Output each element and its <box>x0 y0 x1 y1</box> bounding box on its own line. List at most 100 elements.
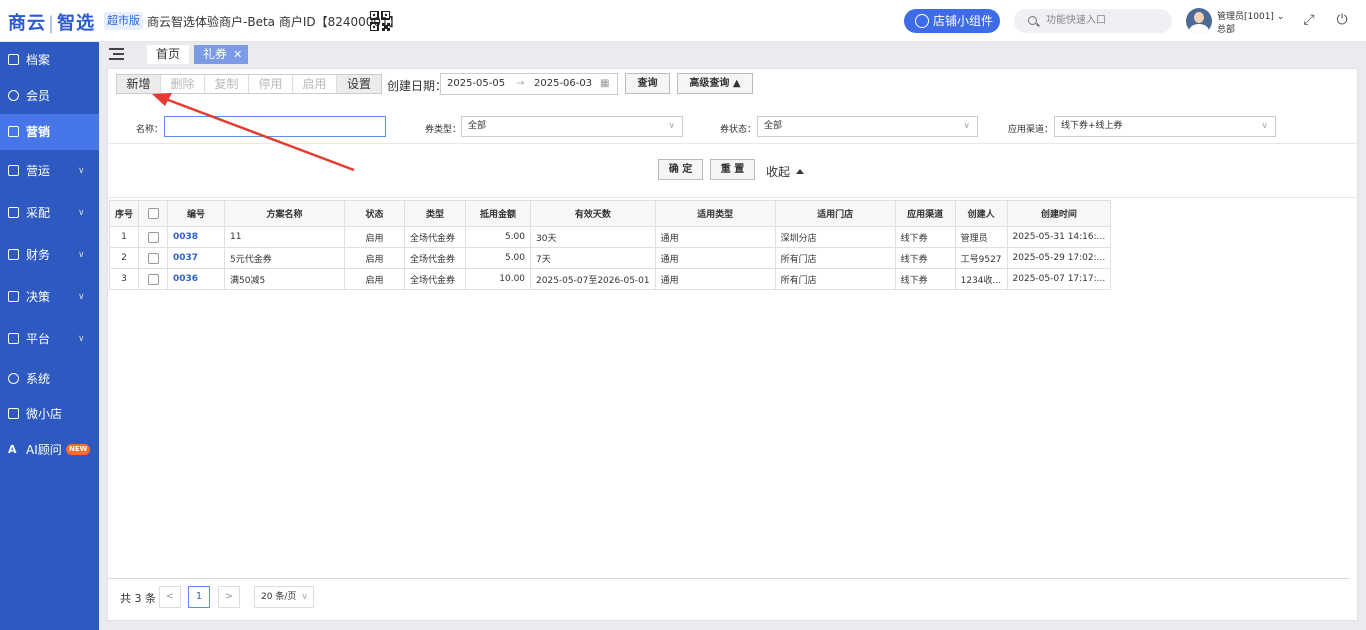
close-icon[interactable]: ✕ <box>233 45 242 64</box>
settings-button[interactable]: 设置 <box>337 75 381 93</box>
select-all-checkbox[interactable] <box>138 200 169 227</box>
collapse-toggle[interactable]: 收起 <box>766 163 804 180</box>
row-checkbox[interactable] <box>138 226 169 248</box>
cell-status: 启用 <box>344 268 406 290</box>
chevron-down-icon: ∨ <box>78 292 85 302</box>
reset-button[interactable]: 重 置 <box>710 159 755 180</box>
query-button[interactable]: 查询 <box>625 73 670 94</box>
cell-creator: 管理员 <box>954 226 1008 248</box>
sidebar-item-member[interactable]: 会员 <box>0 78 99 114</box>
pagination-total: 共 3 条 <box>120 592 156 605</box>
divider <box>108 143 1357 144</box>
enable-button[interactable]: 启用 <box>293 75 337 93</box>
fullscreen-icon[interactable]: ⤢ <box>1302 13 1316 27</box>
add-button[interactable]: 新增 <box>117 75 161 93</box>
coupon-code-link[interactable]: 0036 <box>167 268 226 290</box>
cell-valid-days: 2025-05-07至2026-05-01 <box>530 268 656 290</box>
cell-status: 启用 <box>344 247 406 269</box>
power-icon[interactable]: ⏻ <box>1335 13 1349 27</box>
sidebar-item-finance[interactable]: 财务 ∨ <box>0 237 99 273</box>
sidebar-item-decision[interactable]: 决策 ∨ <box>0 279 99 315</box>
cell-type: 全场代金券 <box>404 268 467 290</box>
finance-icon <box>8 249 19 260</box>
cell-apply-type: 通用 <box>654 226 776 248</box>
quick-search-input[interactable]: 功能快速入口 <box>1014 9 1172 33</box>
coupon-code-link[interactable]: 0038 <box>167 226 226 248</box>
cell-name: 11 <box>224 226 346 248</box>
edition-badge: 超市版 <box>104 12 143 30</box>
confirm-button[interactable]: 确 定 <box>658 159 703 180</box>
user-name[interactable]: 管理员[1001] ⌄ <box>1217 9 1284 22</box>
chevron-down-icon: ∨ <box>78 334 85 344</box>
store-icon <box>8 408 19 419</box>
date-start[interactable]: 2025-05-05 <box>447 74 505 94</box>
cell-name: 满50减5 <box>224 268 346 290</box>
app-logo[interactable]: 商云 | 智选 <box>8 9 95 35</box>
tab-home[interactable]: 首页 <box>147 45 189 64</box>
menu-toggle-icon[interactable] <box>109 48 124 60</box>
row-checkbox[interactable] <box>138 268 169 290</box>
column-header: 适用门店 <box>774 200 896 227</box>
name-input[interactable] <box>164 116 386 137</box>
cell-created-at: 2025-05-07 17:17:... <box>1006 268 1112 290</box>
sidebar-item-archive[interactable]: 档案 <box>0 42 99 78</box>
channel-select[interactable]: 线下券+线上券 ∨ <box>1054 116 1276 137</box>
chevron-down-icon: ∨ <box>668 121 675 131</box>
cell-type: 全场代金券 <box>404 226 467 248</box>
action-button-group: 新增 删除 复制 停用 启用 设置 <box>116 74 382 94</box>
avatar[interactable] <box>1186 8 1212 34</box>
member-icon <box>8 90 19 101</box>
table-row[interactable]: 3 0036 满50减5 启用 全场代金券 10.00 2025-05-07至2… <box>108 268 1112 290</box>
user-dept: 总部 <box>1217 25 1236 35</box>
platform-icon <box>8 333 19 344</box>
sidebar-item-platform[interactable]: 平台 ∨ <box>0 321 99 357</box>
new-badge: NEW <box>66 444 91 455</box>
delete-button[interactable]: 删除 <box>161 75 205 93</box>
sidebar-item-purchase[interactable]: 采配 ∨ <box>0 195 99 231</box>
search-icon <box>1028 16 1037 25</box>
sidebar-item-store[interactable]: 微小店 <box>0 396 99 432</box>
chevron-down-icon: ∨ <box>78 166 85 176</box>
tab-bar: 首页 礼券 ✕ <box>99 42 1366 66</box>
cell-amount: 10.00 <box>465 268 532 290</box>
column-header: 类型 <box>404 200 467 227</box>
date-label: 创建日期： <box>387 79 448 93</box>
table-row[interactable]: 1 0038 11 启用 全场代金券 5.00 30天 通用 深圳分店 线下券 … <box>108 226 1112 248</box>
copy-button[interactable]: 复制 <box>205 75 249 93</box>
cell-amount: 5.00 <box>465 247 532 269</box>
archive-icon <box>8 54 19 65</box>
store-widget-button[interactable]: 店铺小组件 <box>904 9 1000 33</box>
channel-label: 应用渠道： <box>1008 125 1054 135</box>
sidebar-item-system[interactable]: 系统 <box>0 361 99 397</box>
advanced-query-button[interactable]: 高级查询 ▲ <box>677 73 753 94</box>
coupon-type-select[interactable]: 全部 ∨ <box>461 116 683 137</box>
next-page-button[interactable]: > <box>218 586 240 608</box>
coupon-status-select[interactable]: 全部 ∨ <box>757 116 978 137</box>
chevron-down-icon: ∨ <box>963 121 970 131</box>
tab-coupon[interactable]: 礼券 ✕ <box>194 45 248 64</box>
qr-code-icon[interactable] <box>370 11 390 31</box>
disable-button[interactable]: 停用 <box>249 75 293 93</box>
date-end[interactable]: 2025-06-03 <box>534 74 592 94</box>
row-index: 2 <box>108 247 140 269</box>
row-checkbox[interactable] <box>138 247 169 269</box>
sidebar-item-operations[interactable]: 营运 ∨ <box>0 153 99 189</box>
column-header: 编号 <box>167 200 226 227</box>
page-number-button[interactable]: 1 <box>188 586 210 608</box>
table-header-row: 序号 编号 方案名称 状态 类型 抵用金额 有效天数 适用类型 适用门店 应用渠… <box>108 200 1112 227</box>
coupon-table: 序号 编号 方案名称 状态 类型 抵用金额 有效天数 适用类型 适用门店 应用渠… <box>108 200 1112 290</box>
column-header: 状态 <box>344 200 406 227</box>
column-header: 方案名称 <box>224 200 346 227</box>
table-row[interactable]: 2 0037 5元代金券 启用 全场代金券 5.00 7天 通用 所有门店 线下… <box>108 247 1112 269</box>
sidebar-item-ai[interactable]: A AI顾问 NEW <box>0 432 99 468</box>
prev-page-button[interactable]: < <box>159 586 181 608</box>
cell-type: 全场代金券 <box>404 247 467 269</box>
row-index: 1 <box>108 226 140 248</box>
coupon-code-link[interactable]: 0037 <box>167 247 226 269</box>
sidebar-item-marketing[interactable]: 营销 <box>0 114 99 150</box>
purchase-icon <box>8 207 19 218</box>
page-size-select[interactable]: 20 条/页 ∨ <box>254 586 314 608</box>
date-range-picker[interactable]: 2025-05-05 → 2025-06-03 ▦ <box>440 73 618 95</box>
chevron-down-icon: ⌄ <box>1276 12 1285 22</box>
row-index: 3 <box>108 268 140 290</box>
